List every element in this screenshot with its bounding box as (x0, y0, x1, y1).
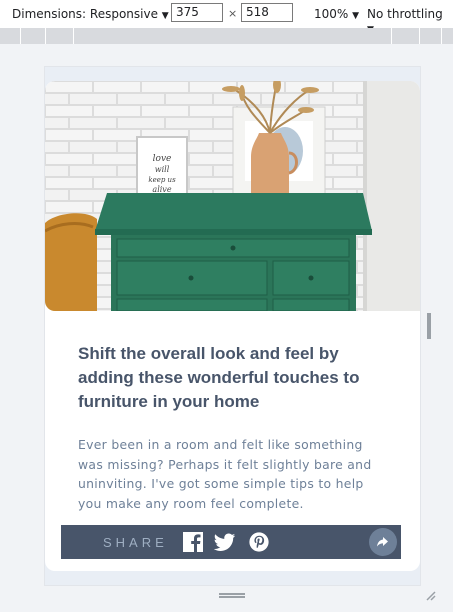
ruler-tick (20, 28, 21, 44)
frame-lettering: will (155, 165, 170, 174)
share-label: SHARE (103, 535, 168, 550)
article-image: love will keep us alive (45, 81, 420, 311)
device-viewport: love will keep us alive Shift the overal… (45, 67, 420, 585)
article-title: Shift the overall look and feel by addin… (78, 344, 360, 411)
twitter-icon[interactable] (214, 531, 236, 553)
pinterest-icon[interactable] (248, 531, 270, 553)
share-button[interactable] (369, 528, 397, 556)
dimensions-caret-icon: ▼ (161, 11, 169, 21)
facebook-icon[interactable] (182, 531, 204, 553)
ruler-tick (419, 28, 420, 44)
ruler-tick (391, 28, 392, 44)
zoom-label: 100% (314, 7, 349, 21)
frame-lettering: alive (152, 185, 171, 194)
height-input[interactable]: 518 (241, 3, 293, 22)
frame-lettering: keep us (148, 176, 176, 184)
zoom-dropdown[interactable]: 100% ▼ (314, 7, 359, 21)
corner-resize-icon[interactable] (424, 589, 436, 601)
article-description: Ever been in a room and felt like someth… (78, 437, 372, 511)
share-arrow-icon (377, 537, 388, 547)
article-card: love will keep us alive Shift the overal… (45, 81, 420, 571)
ruler-tick (441, 28, 442, 44)
dimensions-dropdown[interactable]: Dimensions: Responsive ▼ (12, 7, 169, 21)
dresser-photo: love will keep us alive (45, 81, 420, 311)
throttling-label: No throttling (367, 7, 443, 21)
media-query-ruler[interactable] (0, 28, 453, 44)
device-toolbar: Dimensions: Responsive ▼ 375 × 518 100% … (0, 0, 453, 35)
dimensions-label: Dimensions: Responsive (12, 7, 158, 21)
ruler-tick (73, 28, 74, 44)
frame-lettering: love (153, 154, 172, 164)
times-symbol: × (228, 7, 238, 20)
share-bar: SHARE (61, 525, 401, 559)
width-input[interactable]: 375 (171, 3, 223, 22)
zoom-caret-icon: ▼ (352, 11, 360, 21)
ruler-tick (45, 28, 46, 44)
vertical-resize-handle[interactable] (427, 313, 431, 339)
horizontal-resize-handle[interactable] (219, 593, 245, 598)
